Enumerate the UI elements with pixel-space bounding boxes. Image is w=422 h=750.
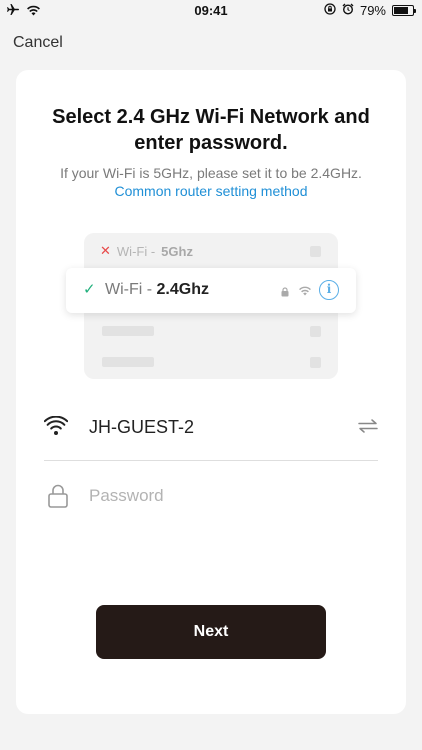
illus-2-4ghz-prefix: Wi-Fi - <box>105 281 157 298</box>
illus-row-2-4ghz: ✓ Wi-Fi - 2.4Ghz i <box>66 268 356 313</box>
router-setting-link[interactable]: Common router setting method <box>26 182 396 200</box>
cross-icon: ✕ <box>100 243 111 258</box>
battery-level <box>394 7 408 14</box>
placeholder-square <box>310 326 321 337</box>
wifi-icon <box>298 283 312 301</box>
network-selector[interactable]: JH-GUEST-2 <box>43 408 378 448</box>
lock-icon <box>281 284 289 302</box>
placeholder-bar <box>102 357 154 367</box>
password-input[interactable] <box>89 480 369 512</box>
orientation-lock-icon <box>324 3 336 18</box>
illus-2-4ghz-band: 2.4Ghz <box>156 281 209 298</box>
band-hint: If your Wi-Fi is 5GHz, please set it to … <box>60 165 362 181</box>
cancel-button[interactable]: Cancel <box>13 34 63 52</box>
battery-percent: 79% <box>359 3 386 18</box>
page-title: Select 2.4 GHz Wi-Fi Network and enter p… <box>52 106 370 154</box>
battery-icon <box>392 5 416 16</box>
wifi-setup-card: Select 2.4 GHz Wi-Fi Network and enter p… <box>16 70 406 714</box>
lock-icon <box>48 484 68 513</box>
illus-2-4ghz-label: Wi-Fi - 2.4Ghz <box>105 281 209 299</box>
next-button[interactable]: Next <box>96 605 326 659</box>
wifi-icon <box>43 415 69 441</box>
placeholder-bar <box>102 326 154 336</box>
switch-network-icon[interactable] <box>358 419 378 438</box>
placeholder-square <box>310 246 321 257</box>
placeholder-square <box>310 357 321 368</box>
illus-5ghz-band: 5Ghz <box>161 243 193 259</box>
password-row <box>44 478 378 518</box>
network-name: JH-GUEST-2 <box>89 417 195 437</box>
illus-5ghz-prefix: Wi-Fi - <box>116 243 156 259</box>
status-bar: 09:41 79% <box>0 0 422 22</box>
illus-row-5ghz: ✕ Wi-Fi - 5Ghz <box>100 243 193 259</box>
alarm-icon <box>342 3 354 18</box>
check-icon: ✓ <box>83 281 96 298</box>
divider <box>44 460 378 461</box>
info-icon: i <box>319 280 339 300</box>
